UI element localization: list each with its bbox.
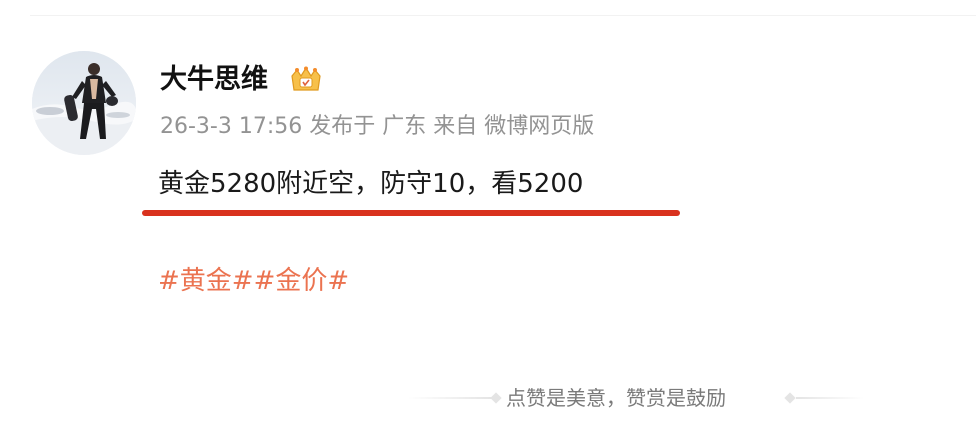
divider-line-right: [796, 397, 864, 399]
vip-crown-icon[interactable]: [288, 66, 324, 94]
weibo-post-card: 大牛思维 26-3-3 17:56 发布于 广东 来自 微博网页版 黄金5280…: [0, 0, 976, 442]
post-text: 黄金5280附近空，防守10，看5200: [158, 169, 584, 199]
topic-tags: #黄金##金价#: [158, 259, 349, 303]
avatar[interactable]: [32, 51, 136, 155]
tip-encourage-row: 点赞是美意，赞赏是鼓励: [408, 380, 864, 416]
diamond-dot-icon: [490, 392, 502, 404]
topic-tag-gold[interactable]: #黄金#: [158, 266, 254, 296]
highlight-underline: [142, 210, 680, 216]
divider: [30, 15, 976, 16]
topic-tag-gold-price[interactable]: #金价#: [254, 266, 350, 296]
divider-line-left: [408, 397, 492, 399]
diamond-dot-icon: [784, 392, 796, 404]
post-meta: 26-3-3 17:56 发布于 广东 来自 微博网页版: [160, 114, 595, 139]
encourage-text: 点赞是美意，赞赏是鼓励: [506, 386, 726, 410]
author-name[interactable]: 大牛思维: [160, 60, 268, 100]
avatar-photo: [32, 51, 136, 155]
